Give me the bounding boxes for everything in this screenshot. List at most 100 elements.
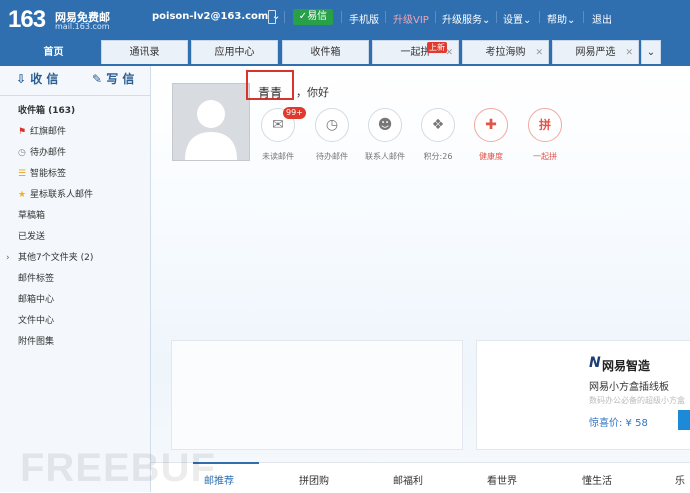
compose-label: 写 信 [106, 72, 135, 86]
star-icon: ★ [18, 190, 27, 200]
account-email: poison-lv2@163.com [152, 11, 269, 22]
new-badge: 上新 [427, 42, 447, 53]
logo-number[interactable]: 163 [8, 6, 46, 34]
tab-overflow-button[interactable]: ⌄ [641, 40, 661, 64]
nav-item-welfare[interactable]: 邮福利 [393, 472, 423, 487]
tab-app-center[interactable]: 应用中心 [191, 40, 278, 64]
red-flag-icon: ⚑ [18, 127, 27, 137]
tab-contacts[interactable]: 通讯录 [101, 40, 188, 64]
sidebar-item-file-center[interactable]: 文件中心 [18, 313, 54, 326]
content-card [171, 340, 463, 450]
sidebar-item-label: 星标联系人邮件 [30, 190, 94, 200]
health-kit-icon: ✚ [485, 117, 497, 133]
quick-label: 一起拼 [533, 152, 557, 161]
quick-label: 待办邮件 [316, 152, 348, 161]
sidebar-item-attachments[interactable]: 附件图集 [18, 334, 54, 347]
yixin-label: 易信 [307, 11, 328, 22]
greeting-text: ，你好 [296, 86, 329, 99]
settings-label: 设置 [503, 15, 523, 26]
vip-link[interactable]: 升级VIP [393, 11, 429, 26]
sidebar-item-mailbox-center[interactable]: 邮箱中心 [18, 292, 54, 305]
quick-label: 健康度 [479, 152, 503, 161]
contact-mail-button[interactable]: ☻ [368, 108, 402, 142]
clock-icon: ◷ [325, 117, 339, 133]
edit-icon: ✎ [92, 72, 103, 86]
health-button[interactable]: ✚ [474, 108, 508, 142]
nav-item-group-buy[interactable]: 拼团购 [299, 472, 329, 487]
sidebar-item-label: 其他7个文件夹 (2) [18, 253, 94, 263]
tab-label: 一起拼 [400, 47, 431, 58]
compose-button[interactable]: ✎ 写 信 [92, 70, 134, 88]
yixin-button[interactable]: ✓易信 [293, 9, 333, 25]
chevron-down-icon: ⌄ [567, 15, 576, 26]
help-label: 帮助 [547, 15, 567, 26]
chevron-down-icon: ⌄ [523, 15, 532, 26]
tab-label: 网易严选 [575, 47, 616, 58]
brand-logo: N [589, 355, 601, 371]
upgrade-service-label: 升级服务 [442, 15, 482, 26]
avatar[interactable] [172, 83, 250, 161]
nav-item-life[interactable]: 懂生活 [582, 472, 612, 487]
receive-button[interactable]: ⇩ 收 信 [16, 70, 58, 88]
ad-title: 网易小方盒插线板 [589, 382, 669, 393]
sidebar-item-inbox[interactable]: 收件箱 (163) [18, 103, 75, 116]
pin-icon: 拼 [538, 118, 551, 132]
divider [496, 11, 497, 23]
tab-inbox[interactable]: 收件箱 [282, 40, 369, 64]
chevron-down-icon: ⌄ [482, 15, 491, 26]
tab-yanxuan[interactable]: 网易严选 ✕ [552, 40, 639, 64]
user-silhouette-icon [185, 100, 237, 160]
todo-mail-button[interactable]: ◷ [315, 108, 349, 142]
divider [435, 11, 436, 23]
divider [284, 11, 285, 23]
settings-menu[interactable]: 设置⌄ [503, 11, 531, 26]
contact-star-icon: ☻ [377, 117, 393, 133]
mobile-icon[interactable] [268, 10, 276, 24]
sidebar-item-todo[interactable]: ◷ 待办邮件 [18, 145, 66, 158]
watermark: FREEBUF [20, 446, 216, 490]
mobile-link[interactable]: 手机版 [349, 11, 379, 26]
chevron-down-icon: ⌄ [646, 47, 656, 58]
sidebar-item-label: 待办邮件 [30, 148, 67, 158]
close-icon[interactable]: ✕ [535, 41, 543, 65]
sidebar-item-starred[interactable]: ★ 星标联系人邮件 [18, 187, 93, 200]
download-icon: ⇩ [16, 72, 27, 86]
tab-kaola[interactable]: 考拉海购 ✕ [462, 40, 549, 64]
upgrade-service-menu[interactable]: 升级服务⌄ [442, 11, 490, 26]
buy-button[interactable] [678, 410, 690, 430]
divider [539, 11, 540, 23]
sidebar-item-smart-tags[interactable]: ☰ 智能标签 [18, 166, 66, 179]
sidebar-item-red-flag[interactable]: ⚑ 红旗邮件 [18, 124, 66, 137]
divider [0, 95, 150, 96]
ad-price: 惊喜价: ¥ 58 [589, 418, 648, 429]
tab-home[interactable]: 首页 [10, 40, 97, 64]
chevron-right-icon: › [6, 253, 10, 263]
close-icon[interactable]: ✕ [625, 41, 633, 65]
receive-label: 收 信 [30, 72, 59, 86]
ad-brand: 网易智造 [602, 359, 651, 373]
sidebar-item-label: 红旗邮件 [30, 127, 67, 137]
sidebar-item-sent[interactable]: 已发送 [18, 229, 45, 242]
nav-item-fun[interactable]: 乐 [675, 472, 685, 487]
ad-subtitle: 数码办公必备的超级小方盒 [589, 396, 685, 405]
divider [583, 11, 584, 23]
quick-label: 未读邮件 [262, 152, 294, 161]
sidebar-item-label: 智能标签 [30, 169, 67, 179]
envelope-icon: ✉ [272, 117, 284, 133]
points-icon: ❖ [431, 117, 445, 133]
logo-domain: mail.163.com [55, 22, 110, 31]
group-buy-button[interactable]: 拼 [528, 108, 562, 142]
yixin-icon: ✓ [298, 11, 308, 22]
points-button[interactable]: ❖ [421, 108, 455, 142]
tab-label: 考拉海购 [485, 47, 526, 58]
sidebar-item-other-folders[interactable]: › 其他7个文件夹 (2) [6, 250, 93, 263]
logout-link[interactable]: 退出 [592, 11, 612, 26]
clock-icon: ◷ [18, 148, 26, 158]
help-menu[interactable]: 帮助⌄ [547, 11, 575, 26]
user-name: 青青 [258, 86, 283, 100]
account-menu[interactable]: poison-lv2@163.com ⌄ [152, 11, 280, 22]
unread-count-badge: 99+ [283, 107, 306, 119]
sidebar-item-drafts[interactable]: 草稿箱 [18, 208, 45, 221]
sidebar-item-mail-tags[interactable]: 邮件标签 [18, 271, 54, 284]
nav-item-world[interactable]: 看世界 [487, 472, 517, 487]
